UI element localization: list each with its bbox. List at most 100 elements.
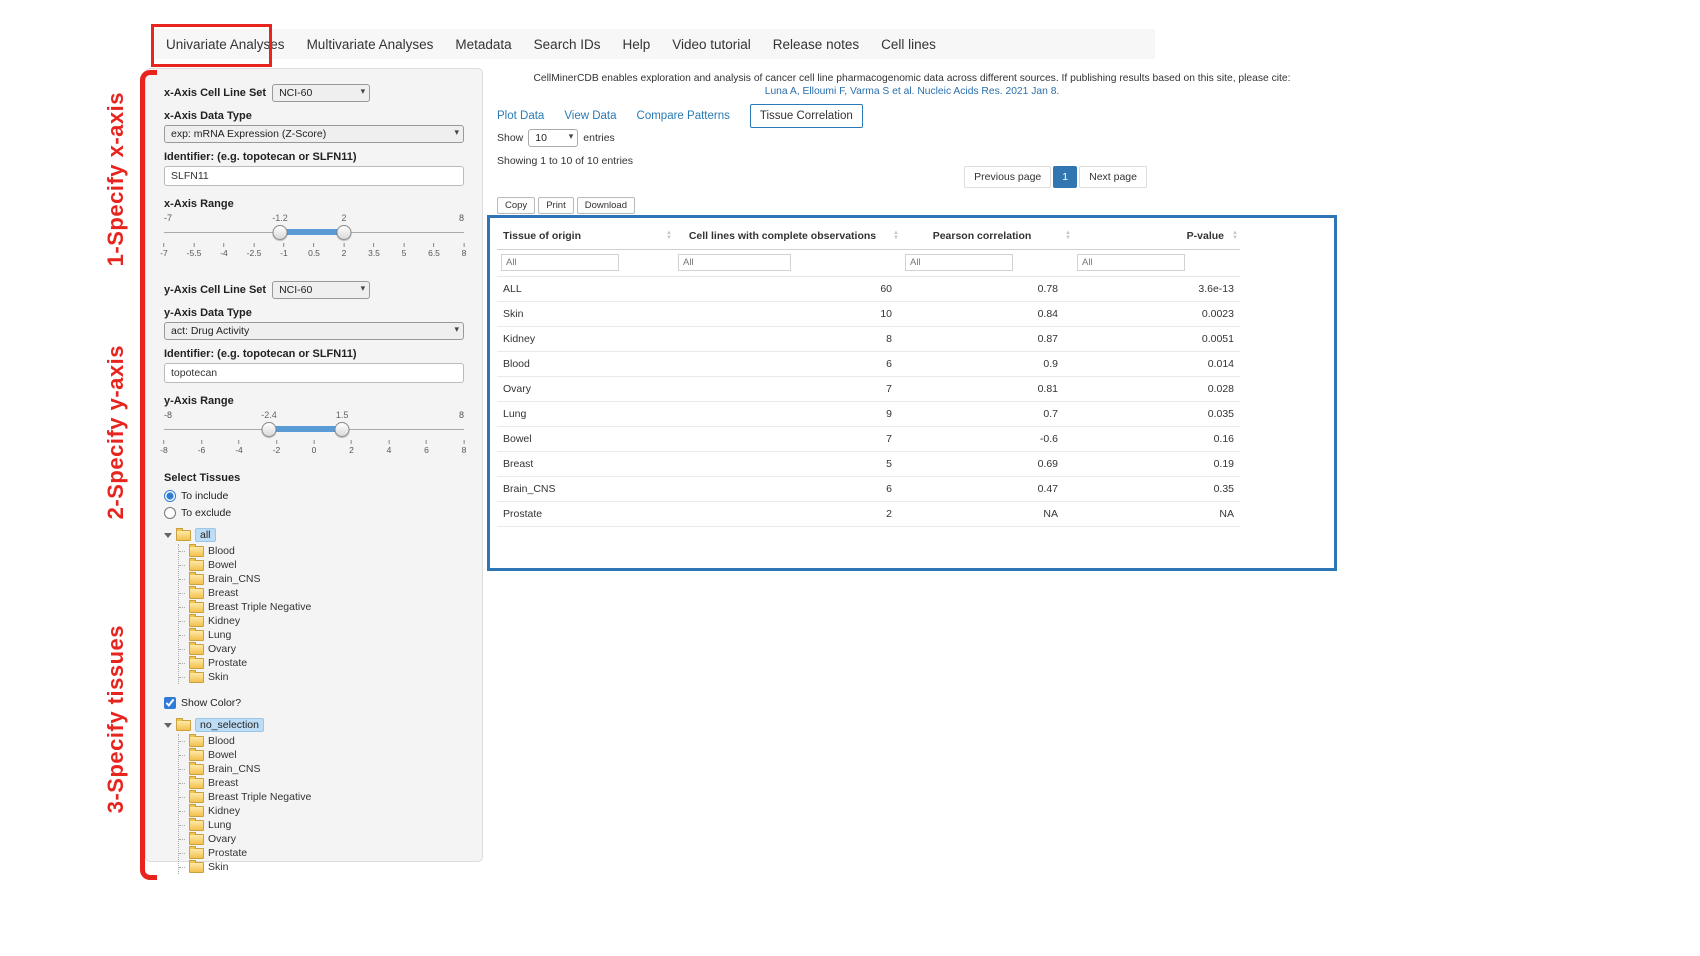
tree-item-ovary[interactable]: Ovary (185, 832, 464, 846)
slider-handle-low[interactable] (273, 225, 288, 240)
table-filter-row (497, 250, 1240, 277)
x-range-slider[interactable]: -7 -1.2 2 8 -7-5.5-4-2.5-10.523.556.58 (164, 213, 464, 259)
tissue-cell: Kidney (497, 327, 674, 352)
x-data-type-select[interactable]: exp: mRNA Expression (Z-Score) ▾ (164, 125, 464, 143)
nav-item-univariate-analyses[interactable]: Univariate Analyses (155, 37, 296, 52)
column-header-tissue-of-origin[interactable]: Tissue of origin▲▼ (497, 222, 674, 250)
previous-page-button[interactable]: Previous page (964, 166, 1051, 188)
column-header-p-value[interactable]: P-value▲▼ (1073, 222, 1240, 250)
nav-item-search-ids[interactable]: Search IDs (523, 37, 612, 52)
tree-toggle-icon[interactable] (164, 723, 172, 728)
tree-item-bowel[interactable]: Bowel (185, 558, 464, 572)
slider-handle-high[interactable] (337, 225, 352, 240)
download-button[interactable]: Download (577, 197, 635, 214)
tree-item-kidney[interactable]: Kidney (185, 804, 464, 818)
tab-tissue-correlation[interactable]: Tissue Correlation (750, 104, 863, 128)
tree-toggle-icon[interactable] (164, 533, 172, 538)
filter-input-cell-lines-with-complete-observations[interactable] (678, 254, 791, 271)
nav-item-help[interactable]: Help (611, 37, 661, 52)
slider-handle-low[interactable] (262, 422, 277, 437)
filter-input-p-value[interactable] (1077, 254, 1185, 271)
copy-button[interactable]: Copy (497, 197, 535, 214)
tree-item-brain-cns[interactable]: Brain_CNS (185, 572, 464, 586)
table-row[interactable]: Prostate2NANA (497, 502, 1240, 527)
y-identifier-input[interactable] (164, 363, 464, 383)
value-cell: 0.014 (1073, 352, 1240, 377)
tree-root-no-selection[interactable]: no_selection (164, 717, 464, 733)
tissue-correlation-table: Tissue of origin▲▼Cell lines with comple… (497, 222, 1240, 527)
tree-item-blood[interactable]: Blood (185, 544, 464, 558)
include-radio-row[interactable]: To include (164, 487, 464, 504)
print-button[interactable]: Print (538, 197, 574, 214)
sort-icon[interactable]: ▲▼ (893, 231, 899, 241)
tree-item-ovary[interactable]: Ovary (185, 642, 464, 656)
x-identifier-input[interactable] (164, 166, 464, 186)
tree-item-kidney[interactable]: Kidney (185, 614, 464, 628)
exclude-radio-row[interactable]: To exclude (164, 504, 464, 521)
table-row[interactable]: Brain_CNS60.470.35 (497, 477, 1240, 502)
sort-icon[interactable]: ▲▼ (1232, 231, 1238, 241)
tree-item-lung[interactable]: Lung (185, 818, 464, 832)
tab-plot-data[interactable]: Plot Data (497, 110, 544, 122)
filter-input-pearson-correlation[interactable] (905, 254, 1013, 271)
slider-tick-label: -7 (160, 243, 168, 258)
entries-select[interactable]: 10 ▾ (528, 129, 578, 147)
slider-handle-high[interactable] (335, 422, 350, 437)
y-cell-line-set-select[interactable]: NCI-60 ▾ (272, 281, 370, 299)
tree-item-lung[interactable]: Lung (185, 628, 464, 642)
table-row[interactable]: Skin100.840.0023 (497, 302, 1240, 327)
folder-icon (189, 672, 204, 683)
tree-item-breast-triple-negative[interactable]: Breast Triple Negative (185, 600, 464, 614)
nav-item-cell-lines[interactable]: Cell lines (870, 37, 947, 52)
tree-item-blood[interactable]: Blood (185, 734, 464, 748)
include-radio[interactable] (164, 490, 176, 502)
tree-root-all[interactable]: all (164, 527, 464, 543)
y-data-type-select[interactable]: act: Drug Activity ▾ (164, 322, 464, 340)
tree-item-prostate[interactable]: Prostate (185, 656, 464, 670)
tab-view-data[interactable]: View Data (564, 110, 616, 122)
value-cell: 0.7 (901, 402, 1073, 427)
nav-item-release-notes[interactable]: Release notes (762, 37, 870, 52)
tree-item-prostate[interactable]: Prostate (185, 846, 464, 860)
table-row[interactable]: Ovary70.810.028 (497, 377, 1240, 402)
folder-icon (189, 644, 204, 655)
sort-icon[interactable]: ▲▼ (1065, 231, 1071, 241)
showing-info: Showing 1 to 10 of 10 entries (497, 155, 633, 167)
slider-range-bar (280, 229, 344, 235)
tree-item-brain-cns[interactable]: Brain_CNS (185, 762, 464, 776)
citation-link[interactable]: Luna A, Elloumi F, Varma S et al. Nuclei… (487, 86, 1337, 97)
tree-item-breast[interactable]: Breast (185, 586, 464, 600)
page-number-button[interactable]: 1 (1053, 166, 1077, 188)
y-range-slider[interactable]: -8 -2.4 1.5 8 -8-6-4-202468 (164, 410, 464, 456)
tree-item-label: Brain_CNS (208, 763, 261, 775)
table-row[interactable]: Breast50.690.19 (497, 452, 1240, 477)
column-header-cell-lines-with-complete-observations[interactable]: Cell lines with complete observations▲▼ (674, 222, 901, 250)
table-row[interactable]: Lung90.70.035 (497, 402, 1240, 427)
exclude-radio[interactable] (164, 507, 176, 519)
nav-item-video-tutorial[interactable]: Video tutorial (661, 37, 762, 52)
table-row[interactable]: Kidney80.870.0051 (497, 327, 1240, 352)
nav-item-metadata[interactable]: Metadata (444, 37, 522, 52)
y-cell-line-set-label: y-Axis Cell Line Set (164, 284, 266, 296)
next-page-button[interactable]: Next page (1079, 166, 1147, 188)
y-range-label: y-Axis Range (164, 395, 464, 407)
tree-item-skin[interactable]: Skin (185, 670, 464, 684)
tab-compare-patterns[interactable]: Compare Patterns (637, 110, 730, 122)
x-data-type-value: exp: mRNA Expression (Z-Score) (171, 128, 326, 140)
tree-item-breast[interactable]: Breast (185, 776, 464, 790)
table-row[interactable]: Blood60.90.014 (497, 352, 1240, 377)
sort-icon[interactable]: ▲▼ (666, 231, 672, 241)
tree-item-bowel[interactable]: Bowel (185, 748, 464, 762)
column-header-pearson-correlation[interactable]: Pearson correlation▲▼ (901, 222, 1073, 250)
tree-item-skin[interactable]: Skin (185, 860, 464, 874)
table-row[interactable]: ALL600.783.6e-13 (497, 277, 1240, 302)
table-row[interactable]: Bowel7-0.60.16 (497, 427, 1240, 452)
tree-item-breast-triple-negative[interactable]: Breast Triple Negative (185, 790, 464, 804)
x-cell-line-set-select[interactable]: NCI-60 ▾ (272, 84, 370, 102)
folder-icon (189, 602, 204, 613)
show-color-checkbox[interactable] (164, 697, 176, 709)
nav-item-multivariate-analyses[interactable]: Multivariate Analyses (296, 37, 445, 52)
y-cell-line-set-value: NCI-60 (279, 284, 312, 296)
filter-input-tissue-of-origin[interactable] (501, 254, 619, 271)
show-color-row[interactable]: Show Color? (164, 694, 464, 711)
